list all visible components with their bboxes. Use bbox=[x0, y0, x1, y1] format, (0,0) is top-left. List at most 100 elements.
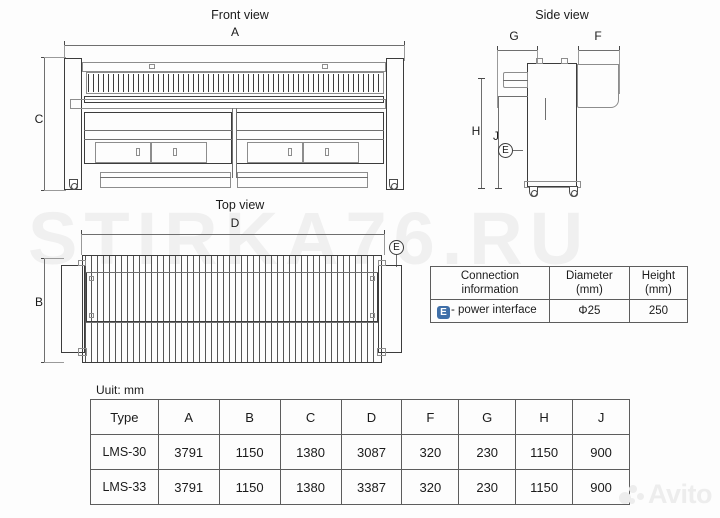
front-left-upright bbox=[64, 58, 82, 190]
connection-info-table: Connection information Diameter (mm) Hei… bbox=[430, 266, 689, 323]
front-cabinet-left-div1 bbox=[84, 130, 232, 131]
spec-row1-j: 900 bbox=[572, 469, 630, 505]
side-view-dim-f-label: F bbox=[594, 29, 602, 43]
top-bolt-tr bbox=[370, 276, 375, 281]
top-view-ext-b-top bbox=[44, 258, 64, 259]
front-top-rail bbox=[82, 62, 386, 72]
avito-watermark: Avito bbox=[619, 479, 713, 510]
front-view-dim-c-line bbox=[44, 57, 45, 190]
table-row: LMS-30 3791 1150 1380 3087 320 230 1150 … bbox=[90, 434, 630, 470]
front-caster-right bbox=[389, 179, 398, 190]
front-door-left-2 bbox=[151, 142, 207, 163]
side-top-fitting-right bbox=[561, 58, 568, 64]
spec-row0-f: 320 bbox=[401, 434, 460, 470]
top-inner-frame-bottom bbox=[86, 322, 378, 323]
front-finger-slats bbox=[88, 74, 382, 92]
front-centre-post-left bbox=[232, 108, 233, 178]
spec-header-d: D bbox=[340, 399, 403, 435]
top-fitting-bl bbox=[78, 348, 87, 356]
side-top-fitting-left bbox=[536, 58, 543, 64]
spec-header-c: C bbox=[279, 399, 342, 435]
spec-row1-a: 3791 bbox=[157, 469, 220, 505]
spec-row0-type: LMS-30 bbox=[90, 434, 159, 470]
front-cabinet-left-div2 bbox=[84, 139, 232, 140]
spec-row0-a: 3791 bbox=[157, 434, 220, 470]
avito-watermark-text: Avito bbox=[648, 479, 713, 509]
front-handle-right-1 bbox=[288, 148, 292, 156]
spec-row1-h: 1150 bbox=[515, 469, 574, 505]
top-bolt-br bbox=[370, 313, 375, 318]
technical-drawing-page: STIRKA76.RU Front view A C Side view G F… bbox=[0, 0, 720, 518]
front-handle-left-2 bbox=[173, 148, 177, 156]
spec-header-b: B bbox=[218, 399, 281, 435]
front-cabinet-right-div1 bbox=[236, 130, 384, 131]
spec-row0-g: 230 bbox=[458, 434, 517, 470]
front-top-fastener-right bbox=[322, 64, 328, 69]
front-tray-line-left bbox=[100, 177, 231, 178]
top-inner-frame-top bbox=[86, 272, 378, 273]
side-main-body bbox=[527, 63, 577, 187]
connection-header-height-line2: (mm) bbox=[644, 284, 672, 296]
front-door-left-1 bbox=[95, 142, 151, 163]
top-view-e-marker: E bbox=[389, 240, 404, 255]
top-endcap-right bbox=[378, 260, 386, 266]
front-bottom-tray-right bbox=[237, 172, 368, 188]
front-lower-rail bbox=[70, 99, 386, 109]
side-inner-detail-line bbox=[545, 98, 546, 120]
specification-table: Type A B C D F G H J LMS-30 3791 1150 13… bbox=[90, 399, 630, 505]
connection-cell-diameter: Φ25 bbox=[548, 299, 630, 323]
top-view-dim-b-line bbox=[44, 258, 45, 362]
front-door-right-1 bbox=[247, 142, 303, 163]
connection-header-height-line1: Height bbox=[641, 270, 676, 282]
front-top-fastener-left bbox=[149, 64, 155, 69]
connection-interface-label: - power interface bbox=[451, 303, 537, 316]
front-centre-post-right bbox=[236, 108, 237, 178]
spec-header-j: J bbox=[572, 399, 630, 435]
spec-row0-d: 3087 bbox=[340, 434, 403, 470]
side-view-ext-f-right bbox=[619, 50, 620, 94]
side-view-dim-j-label: J bbox=[493, 129, 499, 143]
top-bolt-bl bbox=[89, 313, 94, 318]
connection-cell-interface: E- power interface bbox=[430, 299, 550, 323]
spec-row0-h: 1150 bbox=[515, 434, 574, 470]
table-row: LMS-33 3791 1150 1380 3387 320 230 1150 … bbox=[90, 469, 630, 505]
spec-row1-d: 3387 bbox=[340, 469, 403, 505]
spec-row1-type: LMS-33 bbox=[90, 469, 159, 505]
power-interface-badge-icon: E bbox=[437, 305, 450, 319]
side-view-dim-j-line bbox=[498, 96, 499, 188]
front-view-ext-top bbox=[44, 57, 66, 58]
front-right-upright bbox=[386, 58, 404, 190]
spec-header-f: F bbox=[401, 399, 460, 435]
spec-row1-b: 1150 bbox=[218, 469, 281, 505]
side-view-title: Side view bbox=[535, 8, 589, 22]
connection-header-diameter-line1: Diameter bbox=[566, 270, 613, 282]
front-view-ext-right bbox=[404, 45, 405, 61]
side-view-dim-j-tick-bottom bbox=[495, 188, 502, 189]
front-view-ext-bottom bbox=[44, 190, 66, 191]
spec-row0-b: 1150 bbox=[218, 434, 281, 470]
side-view-dim-g-label: G bbox=[509, 29, 519, 43]
connection-header-info: Connection information bbox=[430, 266, 550, 300]
top-view-title: Top view bbox=[215, 198, 265, 212]
front-door-right-2 bbox=[303, 142, 359, 163]
spec-header-h: H bbox=[515, 399, 574, 435]
top-view-ext-d-left bbox=[81, 234, 82, 255]
spec-header-a: A bbox=[157, 399, 220, 435]
spec-row1-c: 1380 bbox=[279, 469, 342, 505]
top-view-ext-d-right bbox=[384, 234, 385, 255]
side-view-dim-h-tick-top bbox=[478, 78, 485, 79]
front-cabinet-right-div2 bbox=[236, 139, 384, 140]
connection-header-diameter-line2: (mm) bbox=[575, 284, 603, 296]
side-feed-chute-line bbox=[503, 80, 528, 81]
connection-cell-height: 250 bbox=[628, 299, 689, 323]
side-caster-right bbox=[569, 186, 578, 197]
spec-table-header-row: Type A B C D F G H J bbox=[90, 399, 630, 435]
top-inner-frame bbox=[86, 272, 378, 322]
connection-header-height: Height (mm) bbox=[628, 266, 689, 300]
top-fitting-br bbox=[377, 348, 386, 356]
connection-header-info-line1: Connection bbox=[460, 270, 520, 282]
front-caster-left bbox=[69, 179, 78, 190]
top-endcap-left bbox=[78, 260, 86, 266]
spec-row1-g: 230 bbox=[458, 469, 517, 505]
side-feed-lower-arm bbox=[498, 96, 528, 97]
